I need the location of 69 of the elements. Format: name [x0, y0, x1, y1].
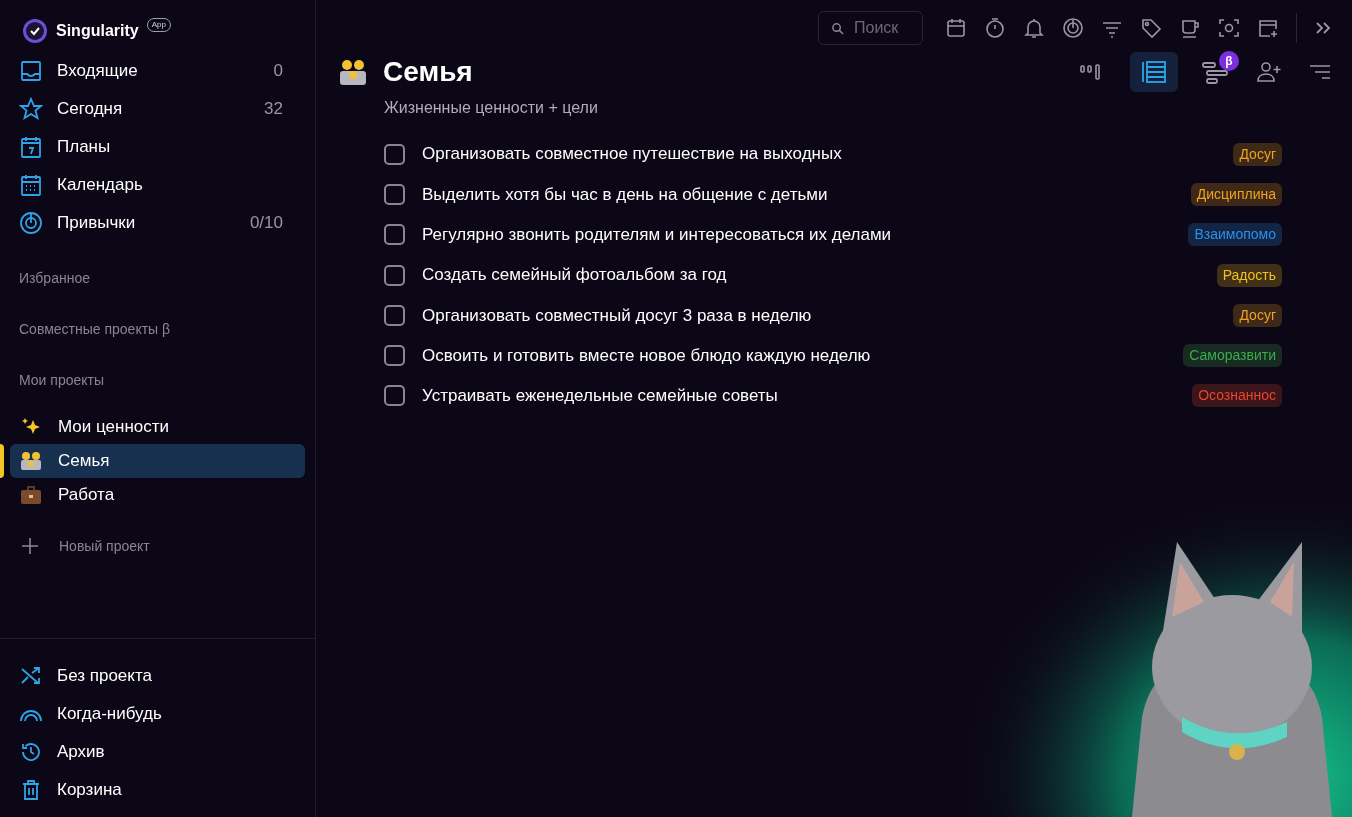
view-toggle[interactable]: β	[1192, 52, 1240, 92]
nav-item[interactable]: Корзина	[10, 771, 305, 809]
calendar-icon	[20, 136, 42, 158]
calendar-icon[interactable]	[945, 17, 967, 39]
trash-icon	[20, 779, 42, 801]
tag: Осознаннос	[1192, 384, 1282, 408]
selection-bar	[0, 444, 4, 478]
family-icon	[338, 58, 368, 86]
search-icon	[831, 22, 844, 35]
target-icon	[19, 211, 43, 235]
nav-item[interactable]: Когда-нибудь	[10, 695, 305, 733]
bell-icon[interactable]	[1023, 17, 1045, 39]
task-text: Устраивать еженедельные семейные советы	[422, 385, 779, 408]
section-heading: Мои проекты	[18, 371, 105, 390]
logo-icon	[22, 18, 48, 44]
task-text: Выделить хотя бы час в день на общение с детьми	[422, 183, 829, 206]
add-user-icon[interactable]	[1256, 60, 1284, 84]
view-toggle[interactable]	[1130, 52, 1178, 92]
tag: Досуг	[1233, 303, 1282, 327]
cup-icon[interactable]	[1179, 17, 1201, 39]
family-icon	[20, 451, 42, 471]
section-heading: Совместные проекты β	[18, 320, 172, 339]
new-project-button[interactable]: Новый проект	[10, 529, 305, 563]
nav-item[interactable]: Планы	[10, 128, 305, 166]
project-item[interactable]: Работа	[10, 478, 305, 512]
star-icon	[19, 97, 43, 121]
briefcase-icon	[20, 485, 42, 505]
project-title: Семья	[383, 55, 473, 89]
search-field[interactable]: Поиск	[818, 11, 923, 45]
history-icon	[20, 741, 42, 763]
checkbox[interactable]	[384, 183, 405, 205]
calendar-grid-icon	[20, 174, 42, 196]
tag: Саморазвити	[1183, 344, 1282, 368]
nav-item[interactable]: Входящие 0	[10, 52, 305, 90]
checkbox[interactable]	[384, 385, 405, 407]
app-name: Singularity	[56, 21, 139, 41]
tag-icon[interactable]	[1140, 17, 1162, 39]
task-text: Организовать совместный досуг 3 раза в неделю	[422, 304, 813, 327]
beta-badge: β	[1219, 51, 1239, 71]
stopwatch-icon[interactable]	[984, 17, 1006, 39]
task-text: Организовать совместное путешествие на выходных	[422, 143, 843, 166]
task-text: Создать семейный фотоальбом за год	[422, 264, 728, 287]
project-item[interactable]: Мои ценности	[10, 410, 305, 444]
task-text: Регулярно звонить родителям и интересоваться их делами	[422, 224, 893, 246]
checkbox[interactable]	[384, 224, 405, 246]
checkbox[interactable]	[384, 304, 405, 326]
section-heading: Избранное	[18, 269, 91, 288]
nav-item[interactable]: Без проекта	[10, 657, 305, 695]
nav-item[interactable]: Привычки 0/10	[10, 204, 305, 242]
checkbox[interactable]	[384, 264, 405, 286]
tag: Дисциплина	[1190, 182, 1282, 206]
project-subtitle: Жизненные ценности + цели	[384, 98, 599, 118]
plus-icon	[21, 537, 39, 555]
tag: Взаимопомо	[1188, 223, 1282, 247]
sort-icon[interactable]	[1308, 62, 1332, 82]
tag: Досуг	[1233, 142, 1282, 166]
target-icon[interactable]	[1062, 17, 1084, 39]
tag: Радость	[1216, 263, 1282, 287]
add-window-icon[interactable]	[1257, 17, 1279, 39]
task-text: Освоить и готовить вместе новое блюдо каждую неделю	[422, 344, 872, 367]
nav-item[interactable]: Календарь	[10, 166, 305, 204]
list-view-icon	[1141, 60, 1167, 84]
nav-item[interactable]: Архив	[10, 733, 305, 771]
checkbox[interactable]	[384, 143, 405, 165]
checkbox[interactable]	[384, 345, 405, 367]
tray-icon	[20, 60, 42, 82]
shuffle-icon	[20, 665, 42, 687]
nav-item[interactable]: Сегодня 32	[10, 90, 305, 128]
focus-icon[interactable]	[1218, 17, 1240, 39]
